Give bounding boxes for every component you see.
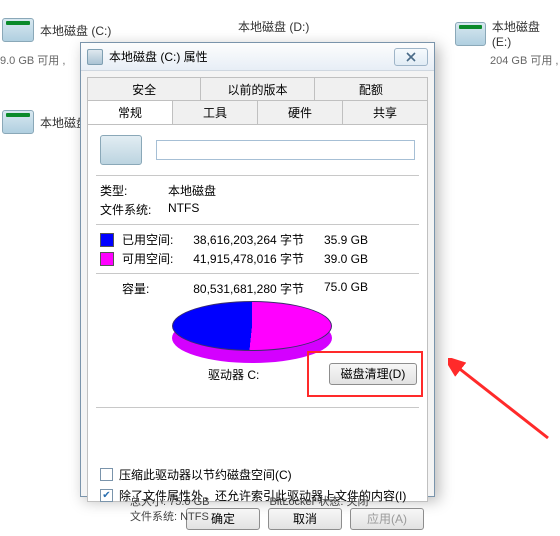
tab-tools[interactable]: 工具: [172, 100, 257, 124]
status-bitlocker: BitLocker 状态: 关闭: [269, 493, 368, 509]
cap-gb: 75.0 GB: [308, 280, 368, 297]
divider: [96, 407, 419, 408]
cap-bytes: 80,531,681,280 字节: [178, 280, 308, 297]
tab-previous-versions[interactable]: 以前的版本: [200, 77, 313, 101]
dialog-title: 本地磁盘 (C:) 属性: [109, 48, 394, 65]
tab-sharing[interactable]: 共享: [342, 100, 428, 124]
free-label: 可用空间:: [122, 250, 178, 267]
annotation-highlight: [307, 351, 423, 397]
type-value: 本地磁盘: [168, 182, 216, 199]
drive-icon: [2, 110, 34, 134]
drive-c[interactable]: 本地磁盘 (C:): [2, 18, 111, 42]
used-space-row: 已用空间: 38,616,203,264 字节 35.9 GB: [100, 231, 415, 248]
divider: [96, 175, 419, 176]
drive-c-name: 本地磁盘 (C:): [40, 22, 111, 39]
divider: [96, 224, 419, 225]
divider: [96, 273, 419, 274]
drive-large-icon: [100, 135, 142, 165]
free-bytes: 41,915,478,016 字节: [178, 250, 308, 267]
drive-e-name: 本地磁盘 (E:): [492, 18, 560, 49]
apply-button[interactable]: 应用(A): [350, 508, 424, 530]
cap-label: 容量:: [100, 280, 178, 297]
fs-value: NTFS: [168, 201, 199, 218]
compress-checkbox[interactable]: [100, 468, 113, 481]
type-label: 类型:: [100, 182, 168, 199]
properties-dialog: 本地磁盘 (C:) 属性 安全 以前的版本 配额 常规 工具 硬件 共享 类型:…: [80, 42, 435, 497]
drive-title-icon: [87, 49, 103, 65]
drive-e-sub: 204 GB 可用 ,: [490, 52, 558, 68]
drive-icon: [455, 22, 486, 46]
tab-quota[interactable]: 配额: [314, 77, 428, 101]
explorer-status: 总大小: 75.0 GB BitLocker 状态: 关闭: [130, 493, 369, 509]
explorer-status-fs: 文件系统: NTFS: [130, 508, 209, 524]
used-gb: 35.9 GB: [308, 233, 368, 247]
cancel-button[interactable]: 取消: [268, 508, 342, 530]
close-button[interactable]: [394, 48, 428, 66]
annotation-arrow: [448, 358, 558, 448]
free-space-row: 可用空间: 41,915,478,016 字节 39.0 GB: [100, 250, 415, 267]
usage-pie-chart: [172, 301, 332, 351]
used-label: 已用空间:: [122, 231, 178, 248]
used-color-swatch: [100, 233, 114, 247]
titlebar[interactable]: 本地磁盘 (C:) 属性: [81, 43, 434, 71]
general-panel: 类型: 本地磁盘 文件系统: NTFS 已用空间: 38,616,203,264…: [87, 124, 428, 502]
drive-label-input[interactable]: [156, 140, 415, 160]
compress-label: 压缩此驱动器以节约磁盘空间(C): [119, 466, 292, 483]
tab-hardware[interactable]: 硬件: [257, 100, 342, 124]
free-color-swatch: [100, 252, 114, 266]
tab-general[interactable]: 常规: [87, 100, 172, 124]
drive-c-sub: 9.0 GB 可用 ,: [0, 52, 65, 68]
drive-icon: [2, 18, 34, 42]
drive-letter-label: 驱动器 C:: [208, 366, 259, 383]
capacity-row: 容量: 80,531,681,280 字节 75.0 GB: [100, 280, 415, 297]
tabs: 安全 以前的版本 配额 常规 工具 硬件 共享: [81, 71, 434, 125]
index-checkbox[interactable]: [100, 489, 113, 502]
drive-d[interactable]: 本地磁盘 (D:): [238, 18, 309, 35]
status-size: 总大小: 75.0 GB: [130, 493, 209, 509]
used-bytes: 38,616,203,264 字节: [178, 231, 308, 248]
free-gb: 39.0 GB: [308, 252, 368, 266]
fs-label: 文件系统:: [100, 201, 168, 218]
drive-e[interactable]: 本地磁盘 (E:): [455, 18, 560, 49]
tab-security[interactable]: 安全: [87, 77, 200, 101]
